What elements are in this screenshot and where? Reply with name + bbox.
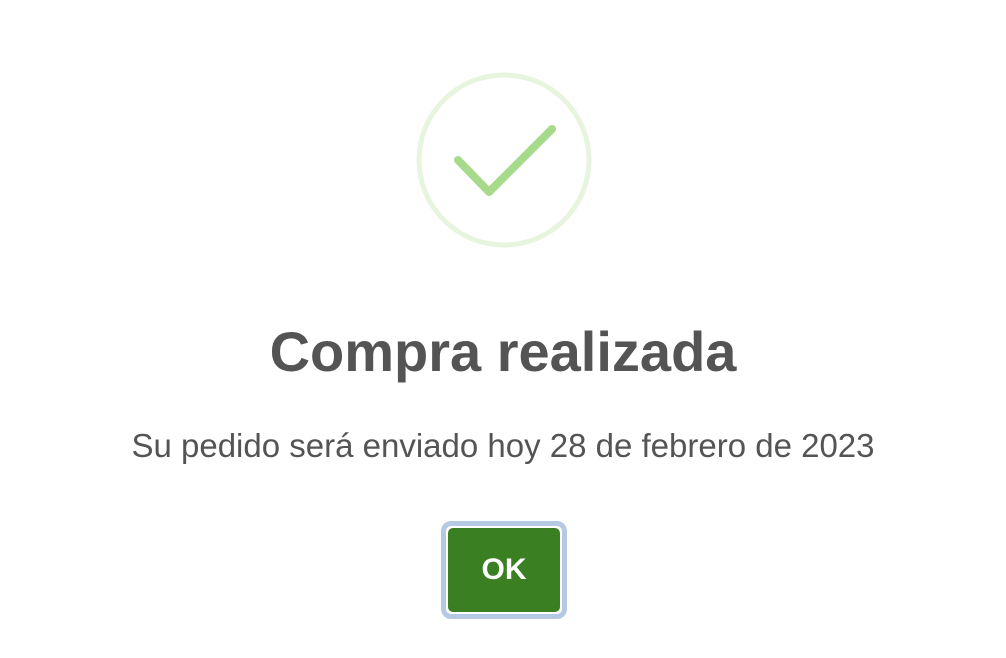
success-check-icon (416, 72, 592, 248)
success-dialog: Compra realizada Su pedido será enviado … (0, 0, 1006, 658)
ok-button[interactable]: OK (441, 521, 567, 619)
dialog-title: Compra realizada (269, 320, 737, 383)
dialog-message: Su pedido será enviado hoy 28 de febrero… (131, 427, 875, 464)
ok-button-label: OK (448, 528, 560, 612)
